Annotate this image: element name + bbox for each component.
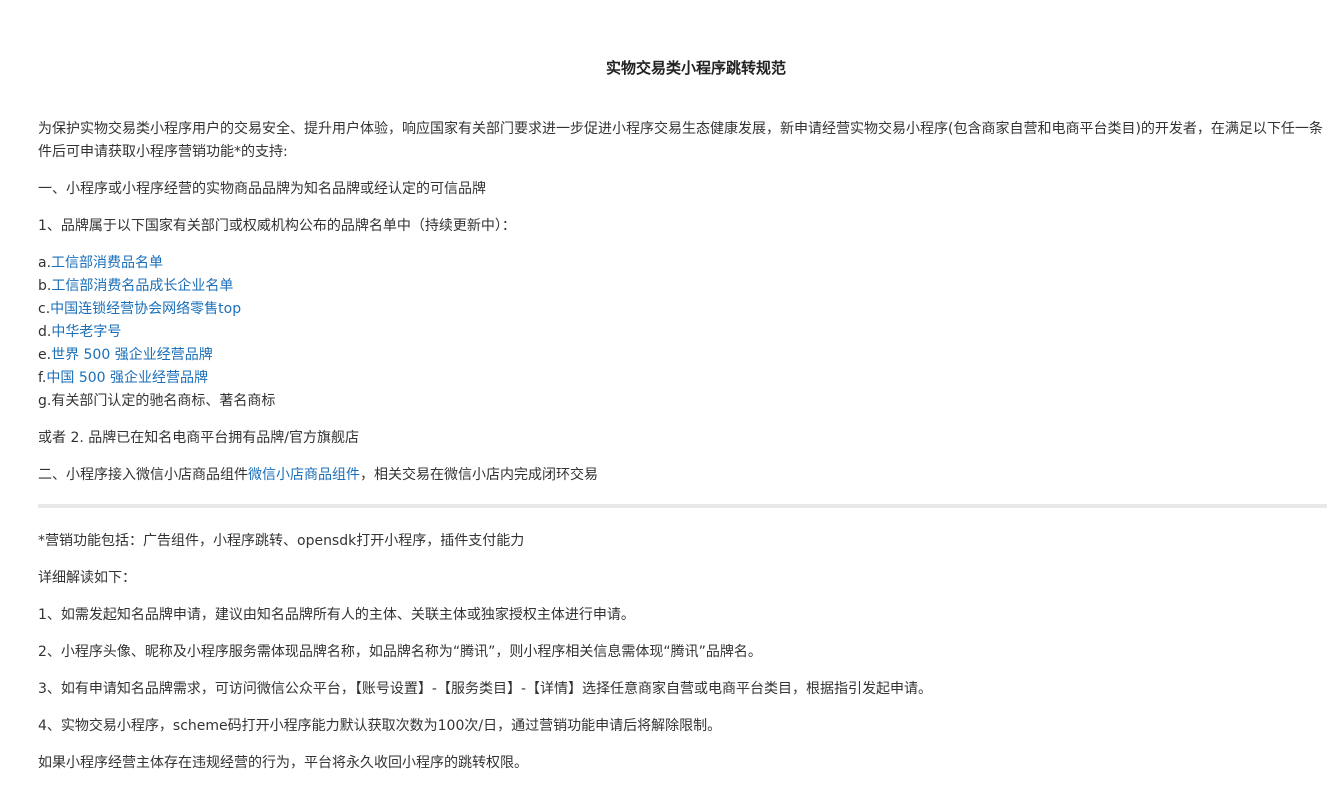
section2-after: ，相关交易在微信小店内完成闭环交易 (360, 467, 598, 483)
link-wechat-shop-component[interactable]: 微信小店商品组件 (248, 467, 360, 483)
brand-list: a.工信部消费品名单 b.工信部消费名品成长企业名单 c.中国连锁经营协会网络零… (38, 252, 1327, 413)
divider (38, 504, 1327, 508)
page-title: 实物交易类小程序跳转规范 (605, 59, 786, 77)
list-item-prefix: c. (38, 301, 51, 317)
list-item: b.工信部消费名品成长企业名单 (38, 275, 1327, 298)
link-ccfa-top[interactable]: 中国连锁经营协会网络零售top (50, 301, 241, 317)
list-item-prefix: g. (38, 393, 52, 409)
list-item: g.有关部门认定的驰名商标、著名商标 (38, 390, 1327, 413)
document-body: 为保护实物交易类小程序用户的交易安全、提升用户体验，响应国家有关部门要求进一步促… (38, 118, 1327, 775)
detail-heading: 详细解读如下： (38, 570, 136, 586)
list-item: f.中国 500 强企业经营品牌 (38, 367, 1327, 390)
list-item-prefix: a. (38, 255, 52, 271)
section1-sub1: 1、品牌属于以下国家有关部门或权威机构公布的品牌名单中（持续更新中）： (38, 218, 516, 234)
document-page: 实物交易类小程序跳转规范 为保护实物交易类小程序用户的交易安全、提升用户体验，响… (0, 0, 1329, 809)
section1-heading: 一、小程序或小程序经营的实物商品品牌为知名品牌或经认定的可信品牌 (38, 181, 486, 197)
section2-before: 二、小程序接入微信小店商品组件 (38, 467, 248, 483)
link-world-500[interactable]: 世界 500 强企业经营品牌 (51, 347, 213, 363)
list-item-text: 有关部门认定的驰名商标、著名商标 (51, 393, 276, 409)
link-miit-consumer-list[interactable]: 工信部消费品名单 (51, 255, 163, 271)
list-item: e.世界 500 强企业经营品牌 (38, 344, 1327, 367)
section1-sub2: 或者 2. 品牌已在知名电商平台拥有品牌/官方旗舰店 (38, 430, 359, 446)
link-china-500[interactable]: 中国 500 强企业经营品牌 (46, 370, 208, 386)
section2-paragraph: 二、小程序接入微信小店商品组件微信小店商品组件，相关交易在微信小店内完成闭环交易 (38, 464, 1327, 487)
detail-item-4: 4、实物交易小程序，scheme码打开小程序能力默认获取次数为100次/日，通过… (38, 718, 722, 734)
list-item-prefix: d. (38, 324, 52, 340)
list-item-prefix: b. (38, 278, 52, 294)
intro-paragraph: 为保护实物交易类小程序用户的交易安全、提升用户体验，响应国家有关部门要求进一步促… (38, 121, 1323, 160)
list-item: d.中华老字号 (38, 321, 1327, 344)
link-miit-growth-list[interactable]: 工信部消费名品成长企业名单 (51, 278, 233, 294)
link-time-honored-brand[interactable]: 中华老字号 (51, 324, 121, 340)
list-item: c.中国连锁经营协会网络零售top (38, 298, 1327, 321)
detail-item-1: 1、如需发起知名品牌申请，建议由知名品牌所有人的主体、关联主体或独家授权主体进行… (38, 607, 635, 623)
final-note: 如果小程序经营主体存在违规经营的行为，平台将永久收回小程序的跳转权限。 (38, 755, 528, 771)
marketing-note: *营销功能包括：广告组件，小程序跳转、opensdk打开小程序，插件支付能力 (38, 533, 525, 549)
list-item-prefix: e. (38, 347, 52, 363)
detail-item-3: 3、如有申请知名品牌需求，可访问微信公众平台，【账号设置】-【服务类目】-【详情… (38, 681, 933, 697)
detail-item-2: 2、小程序头像、昵称及小程序服务需体现品牌名称，如品牌名称为“腾讯”，则小程序相… (38, 644, 762, 660)
list-item: a.工信部消费品名单 (38, 252, 1327, 275)
